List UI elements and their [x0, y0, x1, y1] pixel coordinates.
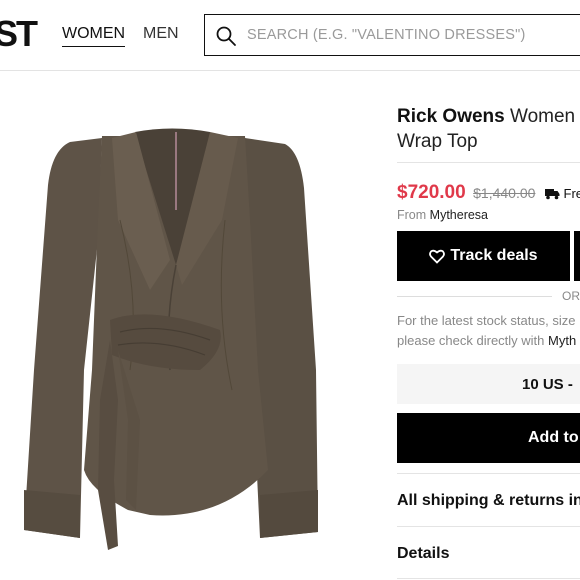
- stock-note: For the latest stock status, size please…: [397, 311, 580, 351]
- search-icon[interactable]: [215, 25, 237, 47]
- or-text: OR: [562, 289, 580, 303]
- nav-women[interactable]: WOMEN: [62, 24, 126, 47]
- heart-icon: [429, 249, 446, 264]
- shipping-info: Fre: [544, 186, 580, 201]
- shipping-label: Fre: [563, 186, 580, 201]
- divider: [397, 526, 580, 527]
- search-bar[interactable]: [204, 14, 580, 56]
- divider: [397, 578, 580, 579]
- divider: [397, 162, 580, 163]
- divider: [397, 473, 580, 474]
- add-to-bag-button[interactable]: Add to: [397, 413, 580, 463]
- price-row: $720.00 $1,440.00 Fre: [397, 182, 580, 204]
- shipping-returns-accordion[interactable]: All shipping & returns in: [397, 492, 580, 510]
- nav-men[interactable]: MEN: [143, 24, 179, 44]
- product-name-line2: Wrap Top: [397, 131, 478, 152]
- product-image[interactable]: [0, 70, 380, 580]
- search-input[interactable]: [247, 23, 577, 47]
- product-brand[interactable]: Rick Owens: [397, 106, 505, 127]
- stock-note-line1: For the latest stock status, size: [397, 313, 576, 328]
- site-logo[interactable]: ST: [0, 14, 38, 54]
- or-line: [397, 296, 552, 297]
- original-price: $1,440.00: [473, 185, 536, 201]
- track-deals-label: Track deals: [450, 247, 538, 264]
- product-name: Women: [510, 106, 576, 127]
- stock-note-prefix: please check directly with: [397, 333, 545, 348]
- sale-price: $720.00: [397, 182, 466, 203]
- secondary-button[interactable]: [574, 231, 580, 281]
- product-title: Rick Owens Women Wrap Top: [397, 104, 580, 154]
- delivery-truck-icon: [544, 189, 560, 200]
- details-accordion[interactable]: Details: [397, 545, 580, 563]
- size-select[interactable]: 10 US -: [397, 364, 580, 404]
- stock-note-store[interactable]: Myth: [548, 333, 576, 348]
- track-deals-button[interactable]: Track deals: [397, 231, 570, 281]
- from-label: From: [397, 208, 427, 222]
- retailer-name[interactable]: Mytheresa: [430, 208, 488, 222]
- site-header: ST WOMEN MEN: [0, 0, 580, 71]
- product-info: Rick Owens Women Wrap Top $720.00 $1,440…: [397, 70, 580, 580]
- retailer-line: From Mytheresa: [397, 208, 488, 222]
- or-separator: OR: [397, 289, 580, 303]
